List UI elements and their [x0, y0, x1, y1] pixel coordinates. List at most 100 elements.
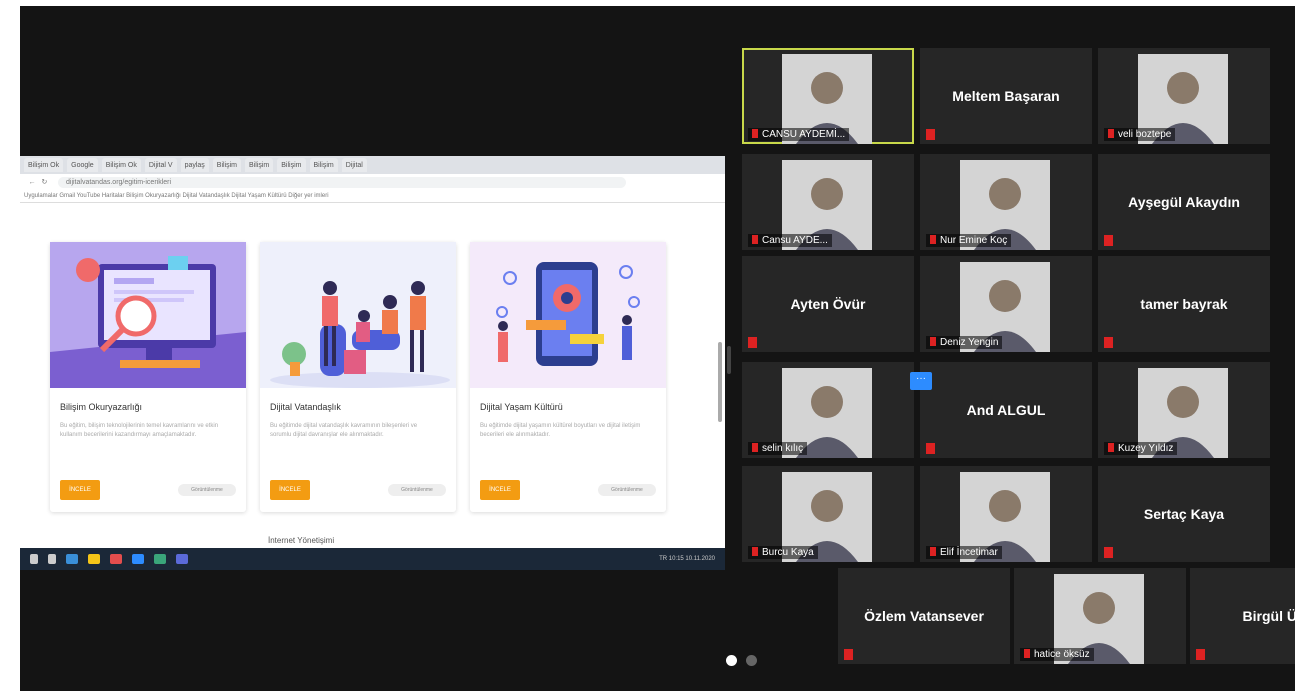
browser-tab[interactable]: paylaş	[180, 158, 209, 172]
page-dot[interactable]	[746, 655, 758, 666]
people-illustration	[260, 242, 456, 388]
participant-name: Elif İncetimar	[940, 547, 998, 558]
participant-name: Nur Emine Koç	[940, 235, 1008, 246]
participant-tile[interactable]: Özlem Vatansever	[838, 568, 1010, 664]
course-card-1[interactable]: Bilişim Okuryazarlığı Bu eğitim, bilişim…	[50, 242, 246, 512]
mic-muted-icon	[748, 337, 757, 348]
inspect-button[interactable]: İNCELE	[270, 480, 310, 500]
views-badge: Görüntülenme	[388, 484, 446, 496]
mic-muted-icon	[1104, 547, 1113, 558]
page-dot-active[interactable]	[726, 655, 737, 666]
participant-name: CANSU AYDEMİ...	[762, 129, 846, 140]
participant-tile[interactable]: Meltem Başaran	[920, 48, 1092, 144]
browser-tab[interactable]: Bilişim Ok	[24, 158, 64, 172]
zoom-icon[interactable]	[132, 554, 144, 564]
participant-name: And ALGUL	[966, 402, 1046, 418]
participant-tile[interactable]: Sertaç Kaya	[1098, 466, 1270, 562]
participant-label: hatice öksüz	[1020, 648, 1094, 661]
participant-tile[interactable]: Deniz Yengin	[920, 256, 1092, 352]
browser-tab[interactable]: Google	[67, 158, 98, 172]
computer-illustration	[50, 242, 246, 388]
browser-tab[interactable]: Bilişim Ok	[101, 158, 141, 172]
participant-tile[interactable]: Nur Emine Koç	[920, 154, 1092, 250]
browser-tab[interactable]: Dijital V	[144, 158, 177, 172]
task-view-icon[interactable]	[48, 554, 56, 564]
participant-name: Burcu Kaya	[762, 547, 814, 558]
participant-tile[interactable]: hatice öksüz	[1014, 568, 1186, 664]
participant-tile[interactable]: And ALGUL	[920, 362, 1092, 458]
participant-label: Elif İncetimar	[926, 546, 1002, 559]
browser-nav-buttons[interactable]: ← ↻	[20, 178, 58, 186]
mic-muted-icon	[752, 547, 758, 556]
url-field[interactable]: dijitalvatandas.org/egitim-icerikleri	[58, 176, 626, 188]
mic-muted-icon	[1196, 649, 1205, 660]
participant-name: Sertaç Kaya	[1143, 506, 1225, 522]
mic-muted-icon	[752, 443, 758, 452]
search-icon[interactable]	[30, 554, 38, 564]
participant-name: selin kılıç	[762, 443, 804, 454]
mic-muted-icon	[926, 443, 935, 454]
folder-icon[interactable]	[88, 554, 100, 564]
mic-muted-icon	[1108, 129, 1114, 138]
zoom-meeting-window: Bilişim Ok Google Bilişim Ok Dijital V p…	[20, 6, 1295, 691]
mic-muted-icon	[1104, 337, 1113, 348]
participant-tile[interactable]: veli boztepe	[1098, 48, 1270, 144]
participant-label: Kuzey Yıldız	[1104, 442, 1178, 455]
app-icon[interactable]	[154, 554, 166, 564]
course-card-2[interactable]: Dijital Vatandaşlık Bu eğitimde dijital …	[260, 242, 456, 512]
scrollbar[interactable]	[718, 342, 722, 422]
participant-tile[interactable]: Cansu AYDE...	[742, 154, 914, 250]
browser-tab[interactable]: Dijital	[341, 158, 367, 172]
participant-label: Cansu AYDE...	[748, 234, 832, 247]
participant-tile[interactable]: Ayten Övür	[742, 256, 914, 352]
phone-illustration	[470, 242, 666, 388]
bookmarks-bar[interactable]: Uygulamalar Gmail YouTube Haritalar Bili…	[20, 190, 725, 203]
participant-tile[interactable]: Ayşegül Akaydın	[1098, 154, 1270, 250]
participant-name: Ayten Övür	[790, 296, 866, 312]
participant-tile[interactable]: selin kılıç	[742, 362, 914, 458]
participant-label: Deniz Yengin	[926, 336, 1003, 349]
system-tray[interactable]: TR 10:15 10.11.2020	[659, 556, 715, 562]
participant-tile[interactable]: CANSU AYDEMİ...	[742, 48, 914, 144]
mic-muted-icon	[930, 547, 936, 556]
browser-tab[interactable]: Bilişim	[245, 158, 274, 172]
app-icon[interactable]	[176, 554, 188, 564]
browser-tab-bar: Bilişim Ok Google Bilişim Ok Dijital V p…	[20, 156, 725, 174]
splitter-handle[interactable]	[727, 346, 731, 374]
participant-label: Nur Emine Koç	[926, 234, 1012, 247]
participant-label: selin kılıç	[748, 442, 808, 455]
participant-name: veli boztepe	[1118, 129, 1172, 140]
participant-name: Kuzey Yıldız	[1118, 443, 1174, 454]
windows-taskbar: TR 10:15 10.11.2020	[20, 548, 725, 570]
browser-tab[interactable]: Bilişim	[309, 158, 338, 172]
browser-icon[interactable]	[110, 554, 122, 564]
participant-tile[interactable]: Burcu Kaya	[742, 466, 914, 562]
inspect-button[interactable]: İNCELE	[60, 480, 100, 500]
views-badge: Görüntülenme	[178, 484, 236, 496]
mic-muted-icon	[752, 129, 758, 138]
card-description: Bu eğitimde dijital yaşamın kültürel boy…	[480, 423, 641, 438]
card-title: Bilişim Okuryazarlığı	[60, 402, 143, 412]
mic-muted-icon	[1104, 235, 1113, 246]
participant-tile[interactable]: tamer bayrak	[1098, 256, 1270, 352]
card-description: Bu eğitimde dijital vatandaşlık kavramın…	[270, 423, 418, 438]
participant-tile[interactable]: Kuzey Yıldız	[1098, 362, 1270, 458]
participant-name: Meltem Başaran	[952, 88, 1060, 104]
more-options-button[interactable]: ···	[910, 372, 932, 390]
browser-tab[interactable]: Bilişim	[212, 158, 242, 172]
browser-address-bar: ← ↻ dijitalvatandas.org/egitim-icerikler…	[20, 174, 725, 190]
mic-muted-icon	[930, 337, 936, 346]
participant-name: Cansu AYDE...	[762, 235, 828, 246]
inspect-button[interactable]: İNCELE	[480, 480, 520, 500]
mic-muted-icon	[752, 235, 758, 244]
card-description: Bu eğitim, bilişim teknolojilerinin teme…	[60, 423, 219, 438]
mic-muted-icon	[1108, 443, 1114, 452]
participant-tile[interactable]: Birgül Üst	[1190, 568, 1295, 664]
card-title: Dijital Vatandaşlık	[270, 402, 341, 412]
mic-muted-icon	[930, 235, 936, 244]
app-icon[interactable]	[66, 554, 78, 564]
browser-tab[interactable]: Bilişim	[277, 158, 306, 172]
gallery-pager	[726, 653, 762, 671]
participant-tile[interactable]: Elif İncetimar	[920, 466, 1092, 562]
course-card-3[interactable]: Dijital Yaşam Kültürü Bu eğitimde dijita…	[470, 242, 666, 512]
